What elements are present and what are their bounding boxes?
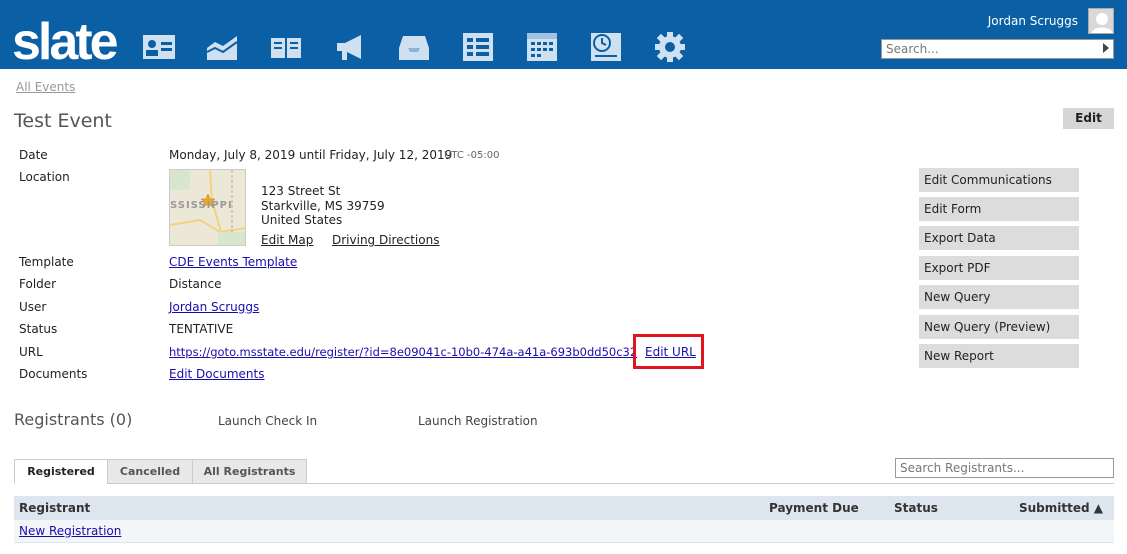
address-line-1: 123 Street St [261, 184, 341, 198]
clock-calendar-icon[interactable] [589, 30, 623, 64]
driving-directions-link[interactable]: Driving Directions [332, 233, 439, 247]
timezone: UTC -05:00 [444, 150, 500, 161]
user-link[interactable]: Jordan Scruggs [169, 300, 259, 314]
status-label: Status [19, 322, 58, 336]
book-icon[interactable] [269, 30, 303, 64]
edit-button[interactable]: Edit [1063, 108, 1114, 129]
launch-registration-button[interactable]: Launch Registration [418, 414, 538, 428]
map-region-text: SSISSIPPI [170, 200, 233, 211]
new-report-button[interactable]: New Report [919, 344, 1079, 368]
column-status[interactable]: Status [894, 501, 938, 515]
registrant-search [895, 458, 1114, 478]
location-label: Location [19, 170, 70, 184]
folder-label: Folder [19, 277, 57, 291]
new-query-button[interactable]: New Query [919, 285, 1079, 309]
date-value: Monday, July 8, 2019 until Friday, July … [169, 148, 453, 162]
url-label: URL [19, 345, 43, 359]
contact-card-icon[interactable] [142, 30, 176, 64]
edit-form-button[interactable]: Edit Form [919, 197, 1079, 221]
edit-communications-button[interactable]: Edit Communications [919, 168, 1079, 192]
address-line-3: United States [261, 213, 343, 227]
top-navigation-bar: slate Jordan Scruggs [0, 0, 1127, 70]
edit-url-link[interactable]: Edit URL [645, 345, 696, 359]
event-url-link[interactable]: https://goto.msstate.edu/register/?id=8e… [169, 345, 637, 359]
edit-map-link[interactable]: Edit Map [261, 233, 313, 247]
edit-documents-link[interactable]: Edit Documents [169, 367, 264, 381]
export-pdf-button[interactable]: Export PDF [919, 256, 1079, 280]
area-chart-icon[interactable] [205, 30, 239, 64]
new-registration-link[interactable]: New Registration [19, 524, 121, 538]
tab-all-registrants[interactable]: All Registrants [192, 459, 307, 484]
page-title: Test Event [14, 110, 112, 132]
tab-registered[interactable]: Registered [14, 459, 108, 484]
inbox-icon[interactable] [397, 30, 431, 64]
location-map[interactable]: SSISSIPPI [169, 169, 246, 246]
list-icon[interactable] [461, 30, 495, 64]
calendar-icon[interactable] [525, 30, 559, 64]
registrant-search-input[interactable] [896, 459, 1113, 477]
tab-cancelled[interactable]: Cancelled [107, 459, 193, 484]
column-payment-due[interactable]: Payment Due [769, 501, 859, 515]
folder-value: Distance [169, 277, 222, 291]
table-row: New Registration [14, 520, 1114, 543]
date-label: Date [19, 148, 48, 162]
column-submitted[interactable]: Submitted ▲ [1019, 501, 1103, 515]
user-label: User [19, 300, 47, 314]
registrants-table-header: Registrant Payment Due Status Submitted … [14, 496, 1114, 520]
global-search [881, 39, 1114, 59]
megaphone-icon[interactable] [333, 30, 367, 64]
template-link[interactable]: CDE Events Template [169, 255, 297, 269]
avatar[interactable] [1088, 8, 1114, 34]
address-line-2: Starkville, MS 39759 [261, 199, 385, 213]
launch-check-in-button[interactable]: Launch Check In [218, 414, 317, 428]
breadcrumb[interactable]: All Events [16, 80, 75, 94]
status-value: TENTATIVE [169, 322, 234, 336]
slate-logo[interactable]: slate [12, 14, 119, 70]
search-go-icon[interactable] [1103, 43, 1109, 53]
search-input[interactable] [882, 40, 1092, 58]
gear-icon[interactable] [653, 30, 687, 64]
new-query-preview-button[interactable]: New Query (Preview) [919, 315, 1079, 339]
export-data-button[interactable]: Export Data [919, 226, 1079, 250]
documents-label: Documents [19, 367, 88, 381]
registrants-title: Registrants (0) [14, 410, 133, 429]
column-registrant[interactable]: Registrant [19, 501, 90, 515]
template-label: Template [19, 255, 74, 269]
user-name[interactable]: Jordan Scruggs [988, 14, 1078, 28]
